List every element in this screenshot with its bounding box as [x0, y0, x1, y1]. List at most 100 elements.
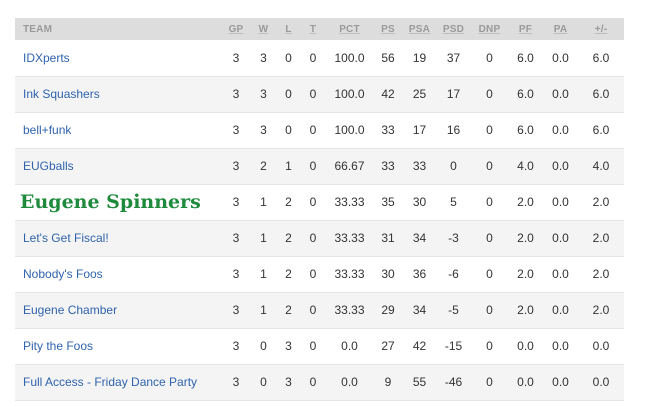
- stat-cell: 35: [381, 195, 395, 209]
- column-header-psa[interactable]: PSA: [403, 18, 436, 40]
- stat-cell: 0.0: [552, 159, 569, 173]
- column-header-label: TEAM: [23, 23, 53, 35]
- team-link[interactable]: bell+funk: [15, 112, 222, 148]
- table-header: TEAM GP W L T PCT PS PSA PSD DNP PF PA +/-: [15, 18, 624, 40]
- column-header-label: T: [309, 23, 317, 35]
- stat-cell: 33: [381, 159, 395, 173]
- stat-cell: 3: [232, 231, 240, 245]
- stat-cell: 0: [309, 159, 317, 173]
- column-header-label: PCT: [339, 23, 360, 35]
- column-header-label: L: [285, 23, 292, 35]
- stat-cell: 56: [381, 50, 395, 65]
- column-header-pf[interactable]: PF: [508, 18, 543, 40]
- stat-cell: 0: [486, 195, 493, 209]
- column-header-gp[interactable]: GP: [222, 18, 250, 40]
- stat-cell: -5: [448, 303, 459, 317]
- column-header-dnp[interactable]: DNP: [471, 18, 508, 40]
- stat-cell: 1: [260, 303, 267, 317]
- stat-cell: 34: [412, 303, 427, 317]
- stat-cell: 17: [446, 87, 461, 101]
- stat-cell: 2.0: [592, 303, 610, 317]
- stat-cell: 2: [260, 159, 267, 173]
- stat-cell: 0.0: [517, 339, 534, 353]
- stat-cell: 6.0: [517, 87, 534, 101]
- column-header-pct[interactable]: PCT: [326, 18, 373, 40]
- column-header-plus-minus[interactable]: +/-: [578, 18, 624, 40]
- stat-cell: 0.0: [341, 375, 358, 389]
- stat-cell: 0: [486, 303, 493, 317]
- team-link[interactable]: Pity the Foos: [15, 328, 222, 364]
- stat-cell: 3: [232, 267, 240, 281]
- stat-cell: 3: [232, 159, 240, 173]
- header-row: TEAM GP W L T PCT PS PSA PSD DNP PF PA +/-: [15, 18, 624, 40]
- stat-cell: 5: [450, 195, 457, 209]
- team-link[interactable]: Full Access - Friday Dance Party: [15, 364, 222, 400]
- stat-cell: 0: [486, 267, 493, 281]
- stat-cell: 0: [309, 87, 317, 101]
- stat-cell: 0: [309, 303, 317, 317]
- stat-cell: 0: [309, 195, 317, 209]
- stat-cell: 0: [486, 87, 493, 101]
- stat-cell: 42: [412, 339, 427, 353]
- stat-cell: 37: [446, 50, 461, 65]
- column-header-team: TEAM: [15, 18, 222, 40]
- stat-cell: 3: [232, 195, 240, 209]
- stat-cell: 0.0: [552, 195, 569, 209]
- team-link[interactable]: Let's Get Fiscal!: [15, 220, 222, 256]
- stat-cell: 2: [285, 267, 292, 281]
- stat-cell: 3: [260, 50, 267, 65]
- table-row: Nobody's Foos 3 1 2 0 33.33 30 36 -6 0 2.0 0.0 2.0: [15, 256, 624, 292]
- team-link[interactable]: IDXperts: [15, 40, 222, 76]
- stat-cell: 2.0: [517, 303, 534, 317]
- team-link[interactable]: Nobody's Foos: [15, 256, 222, 292]
- stat-cell: 3: [260, 87, 267, 101]
- stat-cell: 0: [486, 339, 493, 353]
- stat-cell: 0.0: [517, 375, 534, 389]
- column-header-l[interactable]: L: [277, 18, 300, 40]
- stat-cell: 0.0: [592, 339, 610, 353]
- stat-cell: 0.0: [552, 267, 569, 281]
- team-link[interactable]: Eugene Chamber: [15, 292, 222, 328]
- stat-cell: 4.0: [592, 159, 610, 173]
- stat-cell: 0: [309, 123, 317, 137]
- stat-cell: 0: [309, 375, 317, 389]
- team-link[interactable]: EUGballs: [15, 148, 222, 184]
- column-header-ps[interactable]: PS: [373, 18, 403, 40]
- stat-cell: 0.0: [552, 375, 569, 389]
- stat-cell: 0: [309, 50, 317, 65]
- stat-cell: 25: [412, 87, 427, 101]
- stat-cell: 6.0: [517, 50, 534, 65]
- column-header-w[interactable]: W: [250, 18, 277, 40]
- stat-cell: 0.0: [341, 339, 358, 353]
- stat-cell: 17: [412, 123, 427, 137]
- stat-cell: 0.0: [552, 123, 569, 137]
- team-link[interactable]: Ink Squashers: [15, 76, 222, 112]
- stat-cell: 42: [381, 87, 395, 101]
- stat-cell: 0: [486, 159, 493, 173]
- stat-cell: 0: [285, 50, 292, 65]
- column-header-t[interactable]: T: [300, 18, 326, 40]
- column-header-psd[interactable]: PSD: [436, 18, 471, 40]
- stat-cell: 0.0: [552, 339, 569, 353]
- column-header-label: W: [258, 23, 269, 35]
- table-row: Ink Squashers 3 3 0 0 100.0 42 25 17 0 6.0 0.0 6.0: [15, 76, 624, 112]
- table-row: Full Access - Friday Dance Party 3 0 3 0 0.0 9…: [15, 364, 624, 400]
- stat-cell: 30: [381, 267, 395, 281]
- stat-cell: 0.0: [552, 87, 569, 101]
- stat-cell: 1: [260, 195, 267, 209]
- stat-cell: 30: [412, 195, 427, 209]
- stat-cell: 2.0: [517, 267, 534, 281]
- stat-cell: 0: [486, 50, 493, 65]
- team-link[interactable]: Eugene Spinners: [15, 184, 222, 220]
- stat-cell: 3: [232, 303, 240, 317]
- stat-cell: 1: [260, 231, 267, 245]
- stat-cell: 33.33: [334, 303, 365, 317]
- stat-cell: -3: [448, 231, 459, 245]
- stat-cell: 0.0: [552, 231, 569, 245]
- stat-cell: 16: [446, 123, 461, 137]
- stat-cell: 33: [381, 123, 395, 137]
- standings-table: TEAM GP W L T PCT PS PSA PSD DNP PF PA +/- IDXperts 3…: [15, 18, 624, 401]
- stat-cell: 2: [285, 303, 292, 317]
- stat-cell: 2.0: [592, 267, 610, 281]
- column-header-pa[interactable]: PA: [543, 18, 578, 40]
